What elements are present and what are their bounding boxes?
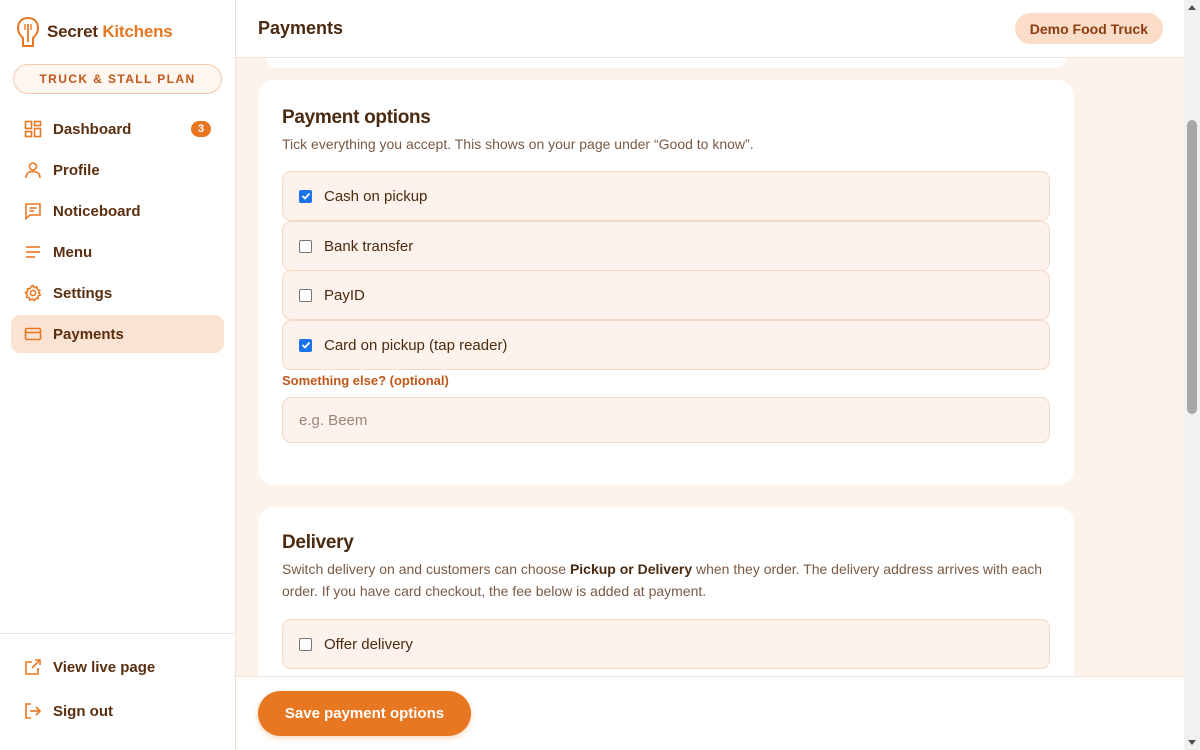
page-title: Payments bbox=[258, 18, 344, 38]
checkbox-unchecked[interactable] bbox=[299, 637, 312, 651]
gear-icon bbox=[24, 284, 42, 302]
option-payid[interactable]: PayID bbox=[282, 270, 1050, 320]
other-payment-input[interactable] bbox=[282, 397, 1050, 443]
sidebar-item-settings[interactable]: Settings bbox=[11, 274, 224, 312]
menu-lines-icon bbox=[24, 243, 42, 261]
option-label: Bank transfer bbox=[324, 237, 414, 255]
scrollbar-thumb[interactable] bbox=[1187, 120, 1197, 414]
option-offer-delivery[interactable]: Offer delivery bbox=[282, 619, 1050, 669]
dashboard-icon bbox=[24, 120, 42, 138]
sidebar-item-label: View live page bbox=[53, 658, 156, 676]
message-icon bbox=[24, 202, 42, 220]
checkbox-checked[interactable] bbox=[299, 189, 312, 203]
option-label: PayID bbox=[324, 286, 365, 304]
external-link-icon bbox=[24, 658, 42, 676]
option-label: Card on pickup (tap reader) bbox=[324, 336, 508, 354]
previous-card-edge bbox=[266, 58, 1066, 68]
sidebar-item-menu[interactable]: Menu bbox=[11, 233, 224, 271]
scroll-up-arrow-icon[interactable] bbox=[1188, 5, 1196, 10]
brand[interactable]: Secret Kitchens bbox=[16, 16, 173, 48]
topbar: Payments Demo Food Truck bbox=[236, 0, 1184, 58]
sidebar-item-profile[interactable]: Profile bbox=[11, 151, 224, 189]
notification-badge: 3 bbox=[191, 121, 211, 137]
sidebar-item-label: Menu bbox=[53, 243, 93, 261]
scrollbar[interactable] bbox=[1184, 0, 1200, 750]
user-icon bbox=[24, 161, 42, 179]
save-payment-options-button[interactable]: Save payment options bbox=[258, 691, 471, 736]
sidebar: Secret Kitchens TRUCK & STALL PLAN Dashb… bbox=[0, 0, 236, 750]
sign-out-button[interactable]: Sign out bbox=[11, 692, 224, 730]
other-payment-label: Something else? (optional) bbox=[282, 373, 449, 388]
option-bank-transfer[interactable]: Bank transfer bbox=[282, 221, 1050, 271]
checkbox-unchecked[interactable] bbox=[299, 239, 312, 253]
option-label: Cash on pickup bbox=[324, 187, 428, 205]
sidebar-item-label: Dashboard bbox=[53, 120, 132, 138]
store-switcher-button[interactable]: Demo Food Truck bbox=[1014, 13, 1163, 44]
credit-card-icon bbox=[24, 325, 42, 343]
brand-name: Secret Kitchens bbox=[47, 22, 173, 41]
section-title: Delivery bbox=[282, 532, 354, 553]
plan-badge: TRUCK & STALL PLAN bbox=[13, 64, 222, 94]
sidebar-item-dashboard[interactable]: Dashboard 3 bbox=[11, 110, 224, 148]
option-label: Offer delivery bbox=[324, 635, 413, 653]
checkbox-unchecked[interactable] bbox=[299, 288, 312, 302]
scroll-down-arrow-icon[interactable] bbox=[1188, 740, 1196, 745]
view-live-page-link[interactable]: View live page bbox=[11, 648, 224, 686]
sidebar-item-label: Settings bbox=[53, 284, 113, 302]
section-description: Tick everything you accept. This shows o… bbox=[282, 136, 754, 152]
payment-options-card: Payment options Tick everything you acce… bbox=[258, 80, 1074, 485]
option-card-on-pickup[interactable]: Card on pickup (tap reader) bbox=[282, 320, 1050, 370]
option-cash-on-pickup[interactable]: Cash on pickup bbox=[282, 171, 1050, 221]
checkmark-icon bbox=[301, 192, 310, 200]
keyhole-logo-icon bbox=[16, 16, 40, 47]
checkmark-icon bbox=[301, 341, 310, 349]
section-title: Payment options bbox=[282, 107, 431, 128]
checkbox-checked[interactable] bbox=[299, 338, 312, 352]
section-description: Switch delivery on and customers can cho… bbox=[282, 561, 1043, 599]
sidebar-item-label: Profile bbox=[53, 161, 100, 179]
sidebar-divider bbox=[0, 633, 235, 634]
sidebar-item-payments[interactable]: Payments bbox=[11, 315, 224, 353]
sidebar-nav: Dashboard 3 Profile Noticeboard Menu Set… bbox=[11, 110, 224, 356]
sidebar-item-label: Sign out bbox=[53, 702, 113, 720]
sidebar-item-label: Noticeboard bbox=[53, 202, 141, 220]
sign-out-icon bbox=[24, 702, 42, 720]
sidebar-item-label: Payments bbox=[53, 325, 124, 343]
sidebar-bottom-nav: View live page Sign out bbox=[11, 648, 224, 736]
sidebar-item-noticeboard[interactable]: Noticeboard bbox=[11, 192, 224, 230]
